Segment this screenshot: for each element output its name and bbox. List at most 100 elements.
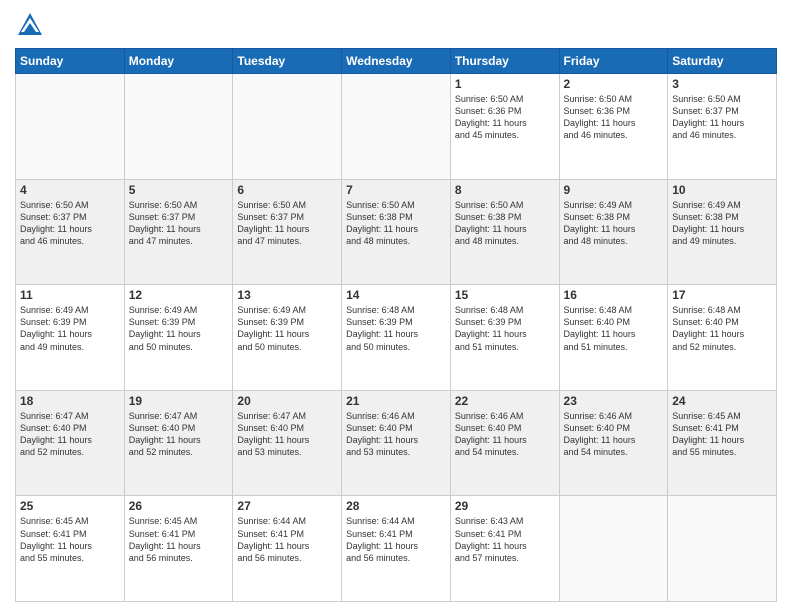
page: SundayMondayTuesdayWednesdayThursdayFrid… [0,0,792,612]
day-number: 9 [564,183,664,197]
day-number: 1 [455,77,555,91]
day-number: 5 [129,183,229,197]
calendar-cell: 5 Sunrise: 6:50 AM Sunset: 6:37 PM Daylig… [124,179,233,285]
calendar-cell: 15Sunrise: 6:48 AM Sunset: 6:39 PM Dayli… [450,285,559,391]
calendar-week-row: 25 Sunrise: 6:45 AM Sunset: 6:41 PM Dayli… [16,496,777,602]
calendar-cell: 23Sunrise: 6:46 AM Sunset: 6:40 PM Dayli… [559,390,668,496]
calendar-header-saturday: Saturday [668,49,777,74]
day-number: 3 [672,77,772,91]
day-info: Sunrise: 6:46 AM Sunset: 6:40 PM Dayligh… [346,410,446,459]
day-info: Sunrise: 6:45 AM Sunset: 6:41 PM Dayligh… [672,410,772,459]
calendar-cell: 28Sunrise: 6:44 AM Sunset: 6:41 PM Dayli… [342,496,451,602]
day-info: Sunrise: 6:49 AM Sunset: 6:39 PM Dayligh… [129,304,229,353]
calendar-cell: 10 Sunrise: 6:49 AM Sunset: 6:38 PM Dayli… [668,179,777,285]
day-info: Sunrise: 6:44 AM Sunset: 6:41 PM Dayligh… [237,515,337,564]
calendar-week-row: 4 Sunrise: 6:50 AM Sunset: 6:37 PM Daylig… [16,179,777,285]
day-number: 4 [20,183,120,197]
day-info: Sunrise: 6:49 AM Sunset: 6:38 PM Dayligh… [672,199,772,248]
day-number: 28 [346,499,446,513]
calendar-cell: 12 Sunrise: 6:49 AM Sunset: 6:39 PM Dayli… [124,285,233,391]
calendar-header-wednesday: Wednesday [342,49,451,74]
calendar-header-row: SundayMondayTuesdayWednesdayThursdayFrid… [16,49,777,74]
day-info: Sunrise: 6:50 AM Sunset: 6:37 PM Dayligh… [20,199,120,248]
calendar-cell: 27Sunrise: 6:44 AM Sunset: 6:41 PM Dayli… [233,496,342,602]
day-info: Sunrise: 6:50 AM Sunset: 6:36 PM Dayligh… [564,93,664,142]
day-number: 18 [20,394,120,408]
day-info: Sunrise: 6:50 AM Sunset: 6:37 PM Dayligh… [672,93,772,142]
calendar-cell: 8 Sunrise: 6:50 AM Sunset: 6:38 PM Daylig… [450,179,559,285]
calendar-cell [668,496,777,602]
day-number: 2 [564,77,664,91]
day-number: 12 [129,288,229,302]
calendar-cell: 13 Sunrise: 6:49 AM Sunset: 6:39 PM Dayli… [233,285,342,391]
day-number: 17 [672,288,772,302]
calendar-header-monday: Monday [124,49,233,74]
day-number: 14 [346,288,446,302]
calendar-cell: 16 Sunrise: 6:48 AM Sunset: 6:40 PM Dayli… [559,285,668,391]
day-number: 23 [564,394,664,408]
header [15,10,777,40]
day-number: 19 [129,394,229,408]
calendar-header-thursday: Thursday [450,49,559,74]
day-number: 25 [20,499,120,513]
day-info: Sunrise: 6:50 AM Sunset: 6:37 PM Dayligh… [129,199,229,248]
day-info: Sunrise: 6:45 AM Sunset: 6:41 PM Dayligh… [20,515,120,564]
calendar-cell: 17 Sunrise: 6:48 AM Sunset: 6:40 PM Dayli… [668,285,777,391]
day-info: Sunrise: 6:50 AM Sunset: 6:36 PM Dayligh… [455,93,555,142]
calendar-week-row: 11 Sunrise: 6:49 AM Sunset: 6:39 PM Dayli… [16,285,777,391]
calendar-cell: 4 Sunrise: 6:50 AM Sunset: 6:37 PM Daylig… [16,179,125,285]
calendar-cell: 20Sunrise: 6:47 AM Sunset: 6:40 PM Dayli… [233,390,342,496]
calendar-week-row: 18 Sunrise: 6:47 AM Sunset: 6:40 PM Dayli… [16,390,777,496]
calendar-header-tuesday: Tuesday [233,49,342,74]
day-info: Sunrise: 6:47 AM Sunset: 6:40 PM Dayligh… [20,410,120,459]
day-number: 16 [564,288,664,302]
calendar-header-sunday: Sunday [16,49,125,74]
calendar-cell: 9 Sunrise: 6:49 AM Sunset: 6:38 PM Daylig… [559,179,668,285]
day-number: 21 [346,394,446,408]
calendar-cell: 11Sunrise: 6:49 AM Sunset: 6:39 PM Dayli… [16,285,125,391]
calendar-cell: 24 Sunrise: 6:45 AM Sunset: 6:41 PM Dayli… [668,390,777,496]
day-number: 13 [237,288,337,302]
logo-icon [15,10,45,40]
calendar-cell: 22 Sunrise: 6:46 AM Sunset: 6:40 PM Dayli… [450,390,559,496]
day-number: 11 [20,288,120,302]
logo [15,10,49,40]
day-info: Sunrise: 6:50 AM Sunset: 6:38 PM Dayligh… [346,199,446,248]
calendar-cell [16,74,125,180]
calendar-cell [559,496,668,602]
calendar-cell: 21 Sunrise: 6:46 AM Sunset: 6:40 PM Dayli… [342,390,451,496]
calendar-cell: 29 Sunrise: 6:43 AM Sunset: 6:41 PM Dayli… [450,496,559,602]
calendar-cell: 1 Sunrise: 6:50 AM Sunset: 6:36 PM Daylig… [450,74,559,180]
calendar-cell [342,74,451,180]
day-number: 24 [672,394,772,408]
calendar-cell: 14 Sunrise: 6:48 AM Sunset: 6:39 PM Dayli… [342,285,451,391]
day-number: 22 [455,394,555,408]
day-info: Sunrise: 6:47 AM Sunset: 6:40 PM Dayligh… [237,410,337,459]
calendar-cell [124,74,233,180]
calendar-header-friday: Friday [559,49,668,74]
day-info: Sunrise: 6:50 AM Sunset: 6:37 PM Dayligh… [237,199,337,248]
day-number: 7 [346,183,446,197]
day-info: Sunrise: 6:49 AM Sunset: 6:38 PM Dayligh… [564,199,664,248]
calendar-table: SundayMondayTuesdayWednesdayThursdayFrid… [15,48,777,602]
day-info: Sunrise: 6:49 AM Sunset: 6:39 PM Dayligh… [237,304,337,353]
calendar-cell: 3 Sunrise: 6:50 AM Sunset: 6:37 PM Daylig… [668,74,777,180]
day-number: 10 [672,183,772,197]
day-info: Sunrise: 6:46 AM Sunset: 6:40 PM Dayligh… [455,410,555,459]
day-info: Sunrise: 6:47 AM Sunset: 6:40 PM Dayligh… [129,410,229,459]
calendar-week-row: 1 Sunrise: 6:50 AM Sunset: 6:36 PM Daylig… [16,74,777,180]
day-info: Sunrise: 6:48 AM Sunset: 6:40 PM Dayligh… [672,304,772,353]
day-number: 8 [455,183,555,197]
day-number: 29 [455,499,555,513]
calendar-cell: 25 Sunrise: 6:45 AM Sunset: 6:41 PM Dayli… [16,496,125,602]
calendar-cell: 19 Sunrise: 6:47 AM Sunset: 6:40 PM Dayli… [124,390,233,496]
day-info: Sunrise: 6:50 AM Sunset: 6:38 PM Dayligh… [455,199,555,248]
day-number: 15 [455,288,555,302]
day-number: 26 [129,499,229,513]
day-info: Sunrise: 6:43 AM Sunset: 6:41 PM Dayligh… [455,515,555,564]
day-number: 6 [237,183,337,197]
calendar-cell: 7 Sunrise: 6:50 AM Sunset: 6:38 PM Daylig… [342,179,451,285]
day-info: Sunrise: 6:45 AM Sunset: 6:41 PM Dayligh… [129,515,229,564]
day-info: Sunrise: 6:48 AM Sunset: 6:39 PM Dayligh… [346,304,446,353]
day-info: Sunrise: 6:48 AM Sunset: 6:40 PM Dayligh… [564,304,664,353]
